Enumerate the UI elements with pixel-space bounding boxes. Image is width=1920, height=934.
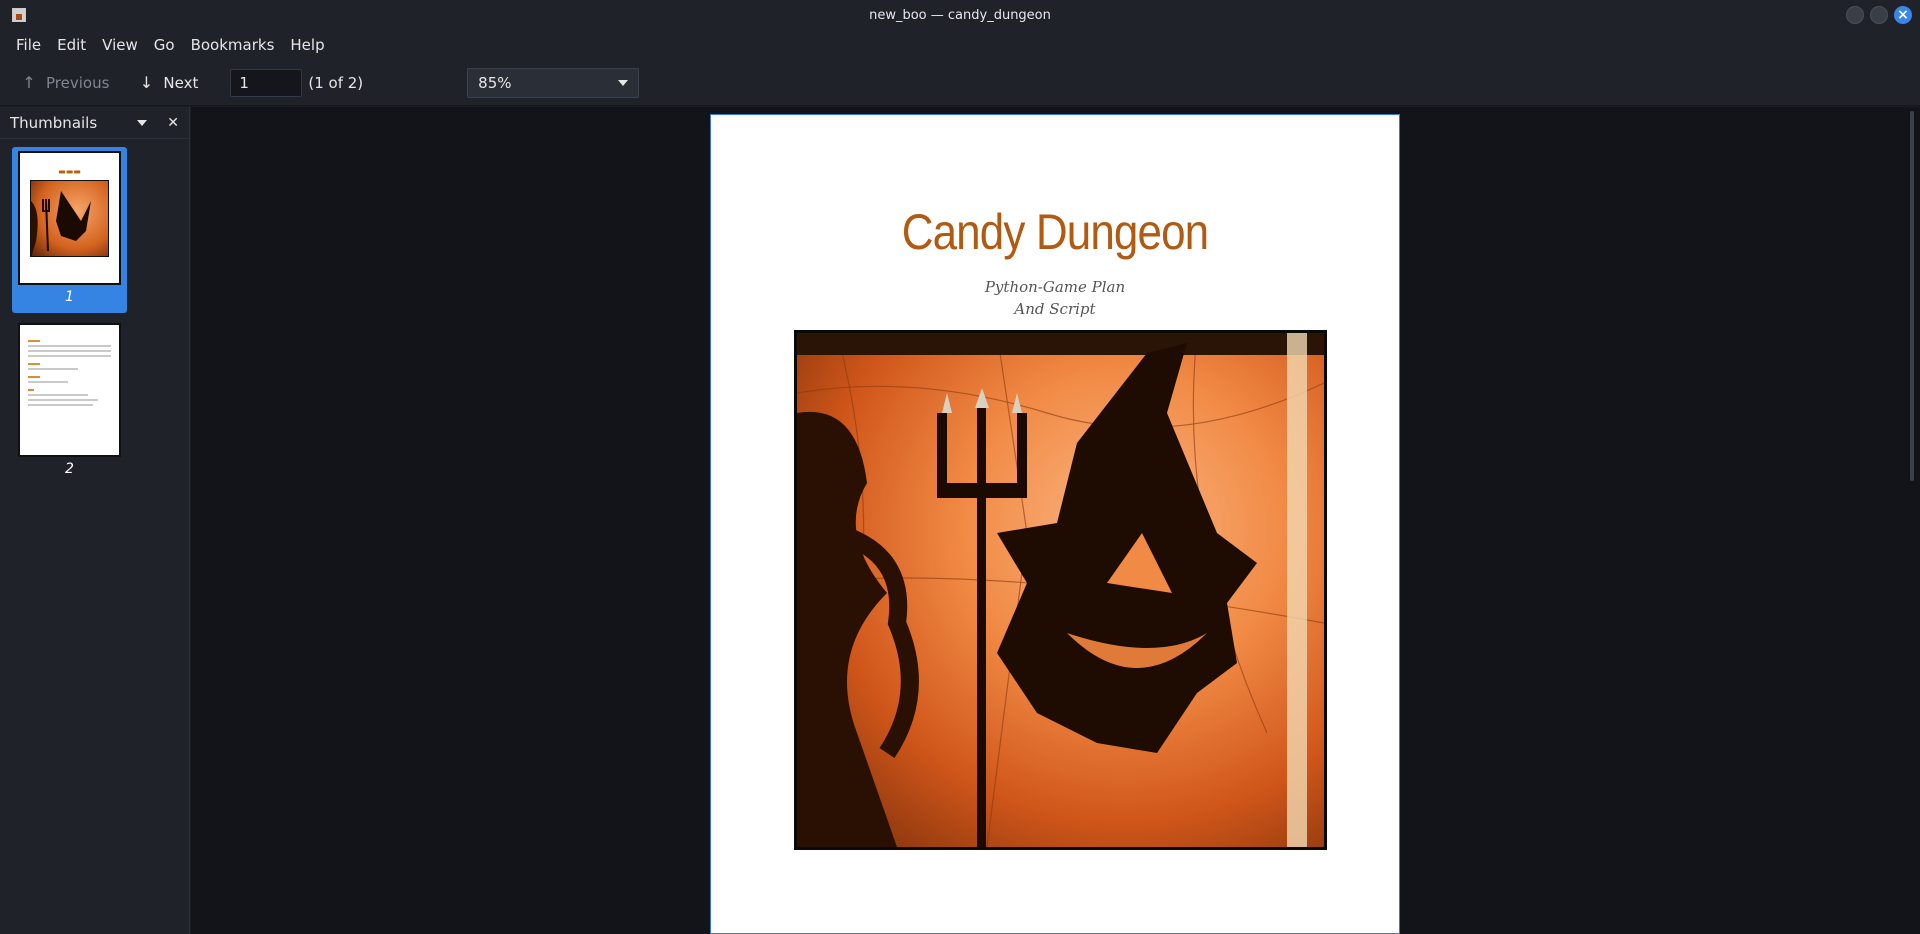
zoom-select[interactable]: 85% [467, 67, 640, 98]
vertical-scrollbar[interactable] [1910, 111, 1914, 481]
chevron-down-icon [618, 79, 629, 86]
previous-label: Previous [46, 73, 110, 92]
page-count: (1 of 2) [308, 73, 364, 92]
thumb-line [28, 340, 40, 342]
thumbnails-sidebar: Thumbnails ✕ ▬▬▬ 1 2 [0, 107, 190, 934]
menu-edit[interactable]: Edit [49, 36, 94, 54]
thumbnail-title-mark: ▬▬▬ [58, 167, 81, 176]
page-number-input[interactable] [230, 68, 303, 97]
window-controls: × [1846, 6, 1912, 24]
thumbnail-number: 1 [65, 289, 74, 305]
app-icon [12, 8, 26, 22]
arrow-down-icon: ↓ [139, 73, 154, 92]
thumb-line [28, 404, 93, 406]
window-titlebar: new_boo — candy_dungeon × [0, 0, 1920, 30]
thumb-line [28, 350, 111, 352]
menu-go[interactable]: Go [146, 36, 183, 54]
toolbar: ↑ Previous ↓ Next (1 of 2) 85% [0, 60, 1920, 106]
thumbnail-image: ▬▬▬ [18, 151, 121, 285]
thumb-line [28, 363, 40, 365]
document-title: Candy Dungeon [901, 204, 1209, 260]
thumbnail-image [18, 323, 121, 457]
menu-help[interactable]: Help [282, 36, 332, 54]
sidebar-dropdown-icon[interactable] [137, 119, 148, 126]
minimize-button[interactable] [1846, 6, 1864, 24]
thumbnail-cover-image [30, 180, 109, 257]
thumbnail-number: 2 [65, 461, 74, 477]
cover-image [794, 330, 1327, 850]
menu-view[interactable]: View [94, 36, 146, 54]
thumb-line [28, 376, 40, 378]
thumb-line [28, 355, 111, 357]
menu-file[interactable]: File [8, 36, 49, 54]
maximize-button[interactable] [1870, 6, 1888, 24]
document-page: Candy Dungeon Python-Game Plan And Scrip… [710, 114, 1400, 934]
thumbnail-page-1[interactable]: ▬▬▬ 1 [12, 147, 127, 313]
menubar: File Edit View Go Bookmarks Help [0, 30, 1920, 60]
thumb-line [28, 389, 34, 391]
next-label: Next [163, 73, 199, 92]
arrow-up-icon: ↑ [22, 73, 36, 92]
document-view[interactable]: Candy Dungeon Python-Game Plan And Scrip… [191, 107, 1920, 934]
previous-button[interactable]: ↑ Previous [10, 73, 121, 92]
thumb-line [28, 394, 88, 396]
close-button[interactable]: × [1894, 6, 1912, 24]
sidebar-header: Thumbnails ✕ [0, 107, 189, 139]
thumb-line [28, 345, 111, 347]
zoom-value: 85% [478, 73, 512, 92]
thumb-line [28, 368, 78, 370]
document-subtitle-1: Python-Game Plan [984, 278, 1126, 296]
next-button[interactable]: ↓ Next [127, 73, 210, 92]
document-subtitle-2: And Script [1014, 300, 1096, 318]
window-title: new_boo — candy_dungeon [869, 7, 1051, 23]
thumbnail-page-2[interactable]: 2 [12, 323, 127, 489]
sidebar-title: Thumbnails [10, 113, 98, 132]
sidebar-close-icon[interactable]: ✕ [167, 115, 179, 131]
menu-bookmarks[interactable]: Bookmarks [183, 36, 283, 54]
thumb-line [28, 399, 98, 401]
thumb-line [28, 381, 68, 383]
